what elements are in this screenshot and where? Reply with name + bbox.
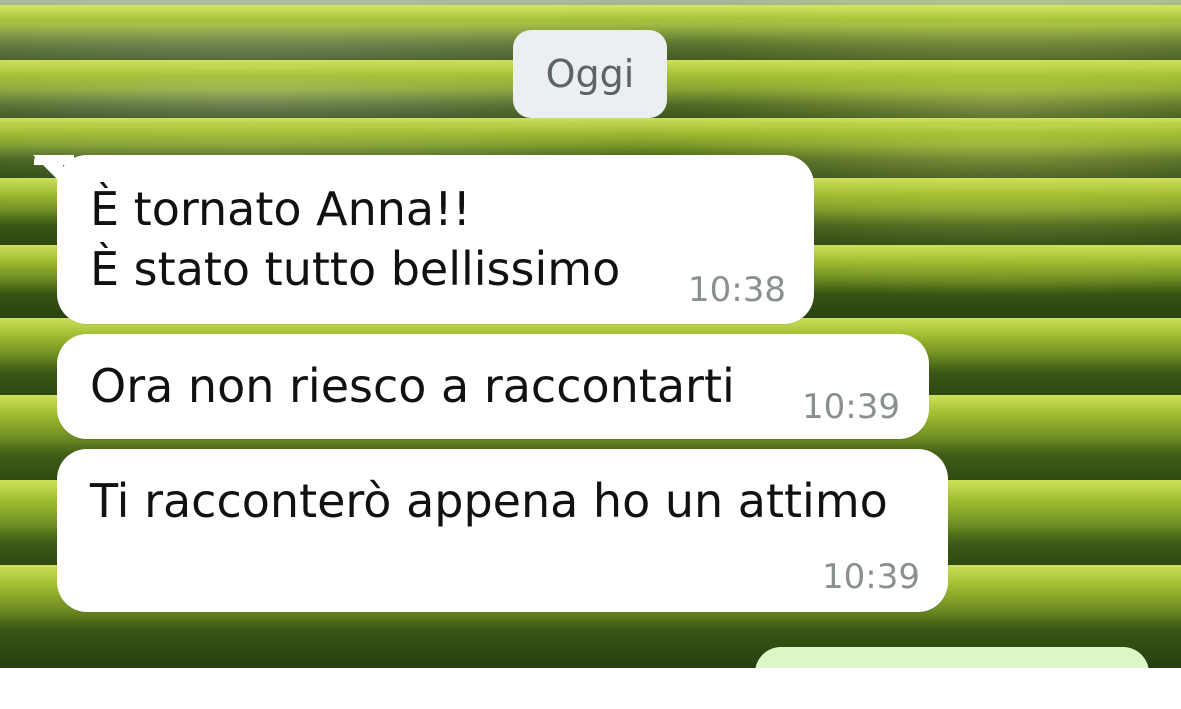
message-text-line: È stato tutto bellissimo [90, 242, 621, 296]
message-bubble[interactable]: Ti racconterò appena ho un attimo 10:39 [57, 449, 948, 612]
message-text-line: È tornato Anna!! [90, 182, 471, 236]
message-text-line: Ti racconterò appena ho un attimo [90, 474, 888, 528]
message-text-line: Ora non riesco a raccontarti [90, 359, 735, 413]
date-separator-label: Oggi [545, 52, 635, 96]
message-bubble[interactable]: Ora non riesco a raccontarti 10:39 [57, 334, 929, 439]
message-bubble[interactable]: È tornato Anna!! È stato tutto bellissim… [57, 155, 814, 324]
message-time: 10:39 [802, 387, 900, 427]
message-time: 10:39 [822, 557, 920, 597]
bottom-area [0, 668, 1181, 709]
date-separator: Oggi [513, 30, 667, 118]
chat-screen: Oggi È tornato Anna!! È stato tutto bell… [0, 0, 1181, 709]
message-time: 10:38 [688, 270, 786, 310]
